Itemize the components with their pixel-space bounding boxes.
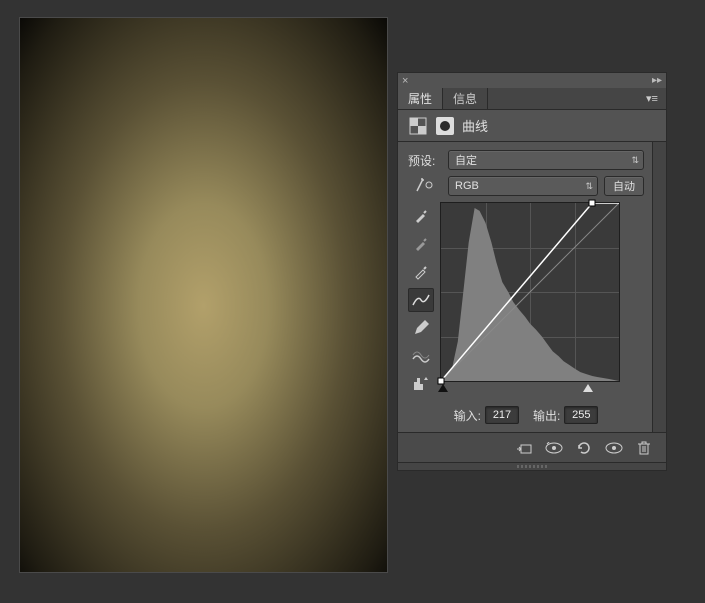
visibility-eye-icon[interactable] (600, 437, 628, 459)
target-adjust-icon[interactable] (415, 177, 435, 196)
reset-icon[interactable] (570, 437, 598, 459)
tab-info[interactable]: 信息 (443, 88, 488, 109)
adjustment-header: 曲线 (398, 110, 666, 142)
panel-topbar: × ▸▸ (398, 72, 666, 88)
panel-tabs: 属性 信息 ▾≡ (398, 88, 666, 110)
tab-properties[interactable]: 属性 (398, 88, 443, 109)
chevron-updown-icon: ⇅ (631, 155, 639, 166)
auto-button[interactable]: 自动 (604, 176, 644, 196)
panel-resize-grip[interactable] (398, 462, 666, 470)
clip-to-layer-icon[interactable] (510, 437, 538, 459)
smooth-curve-icon[interactable] (408, 344, 434, 368)
preset-value: 自定 (455, 152, 477, 168)
mask-icon[interactable] (436, 117, 454, 135)
trash-icon[interactable] (630, 437, 658, 459)
chevron-updown-icon: ⇅ (585, 181, 593, 192)
curves-adjustment-icon (408, 116, 428, 136)
preset-label: 预设: (408, 152, 442, 169)
close-icon[interactable]: × (402, 75, 408, 87)
white-input-slider[interactable] (583, 384, 593, 392)
panel-menu-icon[interactable]: ▾≡ (638, 88, 666, 109)
collapse-icon[interactable]: ▸▸ (652, 75, 662, 86)
white-point-eyedropper-icon[interactable] (408, 260, 434, 284)
input-range-slider[interactable] (440, 384, 620, 394)
draw-curve-pencil-icon[interactable] (408, 316, 434, 340)
edit-points-tool-icon[interactable] (408, 288, 434, 312)
channel-value: RGB (455, 180, 479, 192)
preset-select[interactable]: 自定 ⇅ (448, 150, 644, 170)
curve-point-highlight[interactable] (589, 200, 596, 207)
properties-panel: × ▸▸ 属性 信息 ▾≡ 曲线 预设: 自定 ⇅ (397, 72, 667, 471)
input-label: 输入: (454, 407, 481, 424)
document-canvas[interactable] (19, 17, 388, 573)
output-field[interactable]: 255 (564, 406, 598, 424)
panel-scrollbar[interactable] (652, 142, 666, 432)
clip-histogram-icon[interactable] (408, 372, 434, 396)
curves-tools (408, 204, 434, 396)
panel-footer (398, 432, 666, 462)
view-previous-icon[interactable] (540, 437, 568, 459)
output-label: 输出: (533, 407, 560, 424)
gray-point-eyedropper-icon[interactable] (408, 232, 434, 256)
black-input-slider[interactable] (438, 384, 448, 392)
black-point-eyedropper-icon[interactable] (408, 204, 434, 228)
curves-graph[interactable] (440, 202, 620, 382)
input-field[interactable]: 217 (485, 406, 519, 424)
channel-select[interactable]: RGB ⇅ (448, 176, 598, 196)
adjustment-title: 曲线 (462, 116, 488, 135)
